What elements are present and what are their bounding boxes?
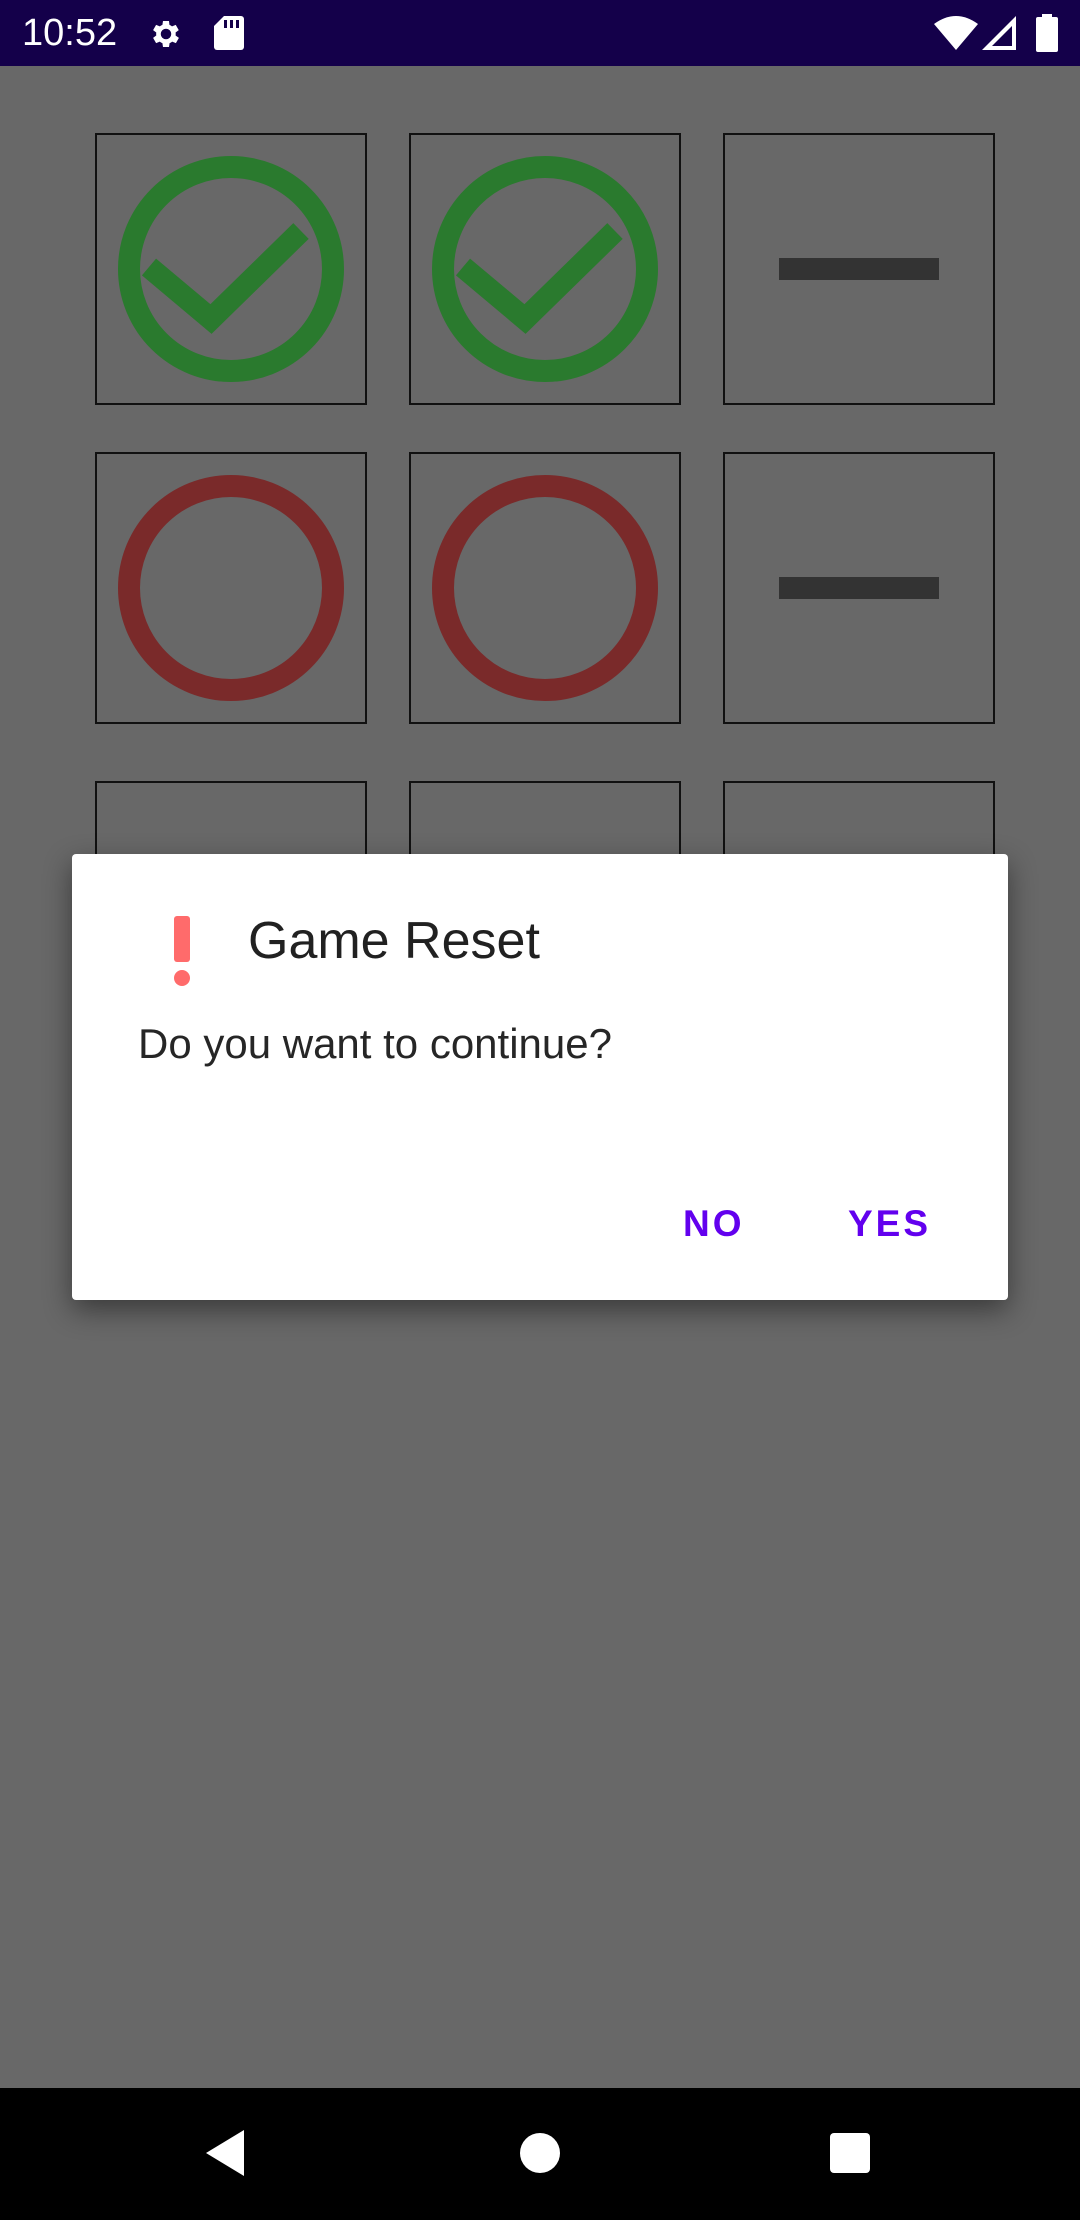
back-icon[interactable] <box>204 2128 248 2183</box>
no-button[interactable]: NO <box>683 1192 745 1256</box>
recents-icon[interactable] <box>829 2132 871 2179</box>
board-cell-2-2[interactable] <box>409 452 681 724</box>
board-cell-3-3[interactable] <box>723 781 995 856</box>
dialog-message: Do you want to continue? <box>138 1020 612 1067</box>
circle-mark-icon <box>432 475 658 701</box>
board-cell-1-2[interactable] <box>409 133 681 405</box>
dash-mark-icon <box>779 577 939 599</box>
board-cell-2-1[interactable] <box>95 452 367 724</box>
dialog-title: Game Reset <box>248 912 540 970</box>
board-cell-1-3[interactable] <box>723 133 995 405</box>
circle-mark-icon <box>118 475 344 701</box>
battery-icon <box>1036 14 1058 57</box>
dash-mark-icon <box>779 258 939 280</box>
signal-icon <box>982 16 1016 55</box>
status-time: 10:52 <box>22 12 118 54</box>
home-icon[interactable] <box>519 2132 561 2179</box>
sd-card-icon <box>214 16 244 55</box>
wifi-icon <box>934 16 978 55</box>
gear-icon <box>148 16 184 57</box>
board-cell-3-1[interactable] <box>95 781 367 856</box>
status-bar: 10:52 <box>0 0 1080 66</box>
exclamation-icon <box>162 916 202 991</box>
board-cell-3-2[interactable] <box>409 781 681 856</box>
navigation-bar <box>0 2088 1080 2220</box>
yes-button[interactable]: YES <box>848 1192 931 1256</box>
check-mark-icon <box>432 156 658 382</box>
board-cell-1-1[interactable] <box>95 133 367 405</box>
check-mark-icon <box>118 156 344 382</box>
board-cell-2-3[interactable] <box>723 452 995 724</box>
